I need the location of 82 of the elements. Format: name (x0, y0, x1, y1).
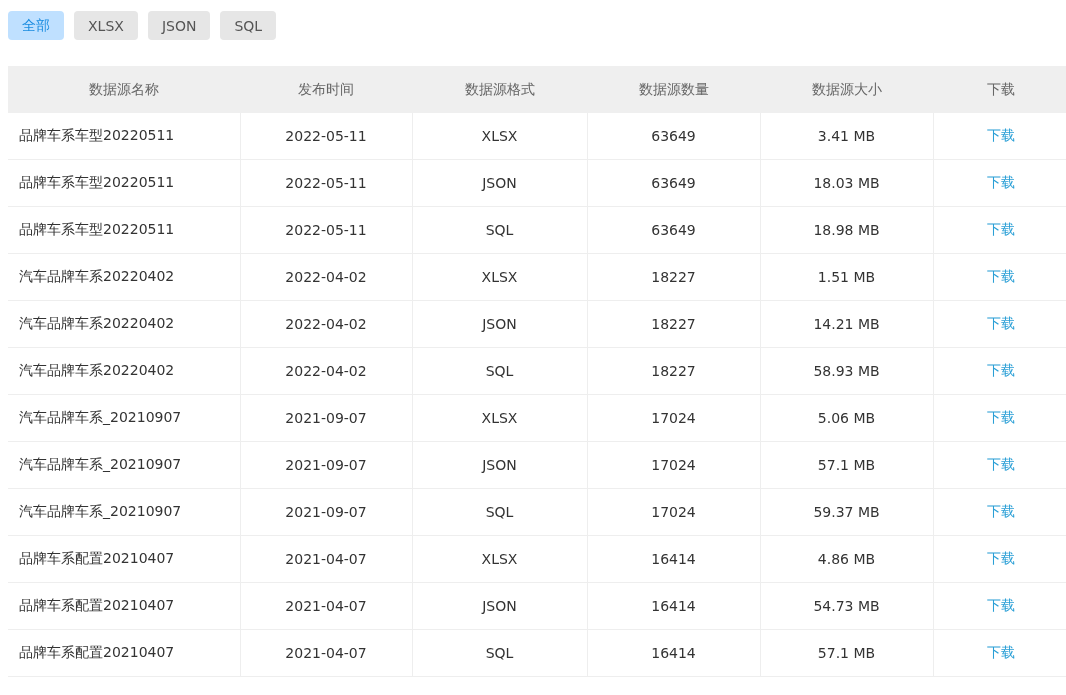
download-link[interactable]: 下载 (986, 221, 1015, 237)
filter-tab[interactable]: XLSX (74, 11, 138, 40)
table-cell: 17024 (587, 441, 760, 489)
table-cell: 16414 (587, 582, 760, 630)
table-cell: JSON (412, 582, 587, 630)
table-cell: 57.1 MB (760, 629, 933, 677)
download-link[interactable]: 下载 (986, 597, 1015, 613)
column-header: 数据源大小 (760, 66, 933, 113)
filter-tab[interactable]: 全部 (8, 11, 64, 40)
table-cell: 2021-09-07 (240, 394, 412, 442)
table-cell: 16414 (587, 535, 760, 583)
table-cell: 2021-04-07 (240, 629, 412, 677)
column-header: 数据源数量 (587, 66, 760, 113)
table-cell: 2022-04-02 (240, 253, 412, 301)
table-cell: 品牌车系配置20210407 (8, 535, 240, 583)
table-cell: 汽车品牌车系_20210907 (8, 488, 240, 536)
table-cell: 2022-05-11 (240, 206, 412, 254)
table-cell: 18227 (587, 300, 760, 348)
table-cell: 汽车品牌车系20220402 (8, 253, 240, 301)
table-cell: XLSX (412, 535, 587, 583)
table-cell: 汽车品牌车系_20210907 (8, 441, 240, 489)
table-cell: 2021-04-07 (240, 535, 412, 583)
table-cell: 2022-05-11 (240, 159, 412, 207)
download-link[interactable]: 下载 (986, 503, 1015, 519)
table-cell: 2022-05-11 (240, 113, 412, 160)
download-link[interactable]: 下载 (986, 456, 1015, 472)
table-cell: 2022-04-02 (240, 347, 412, 395)
table-cell: 18.03 MB (760, 159, 933, 207)
download-link[interactable]: 下载 (986, 174, 1015, 190)
download-link[interactable]: 下载 (986, 644, 1015, 660)
table-cell: 54.73 MB (760, 582, 933, 630)
download-link[interactable]: 下载 (986, 268, 1015, 284)
download-link[interactable]: 下载 (986, 550, 1015, 566)
table-cell: JSON (412, 300, 587, 348)
table-cell: 2021-09-07 (240, 488, 412, 536)
table-cell: SQL (412, 206, 587, 254)
download-link[interactable]: 下载 (986, 127, 1015, 143)
table-cell: 汽车品牌车系20220402 (8, 347, 240, 395)
download-link[interactable]: 下载 (986, 315, 1015, 331)
table-cell: 品牌车系车型20220511 (8, 113, 240, 160)
table-cell: 17024 (587, 488, 760, 536)
table-cell: 汽车品牌车系20220402 (8, 300, 240, 348)
filter-tab[interactable]: SQL (220, 11, 277, 40)
table-cell: 5.06 MB (760, 394, 933, 442)
table-cell: XLSX (412, 113, 587, 160)
column-header: 数据源名称 (8, 66, 240, 113)
table-cell: 16414 (587, 629, 760, 677)
table-cell: 4.86 MB (760, 535, 933, 583)
table-cell: 14.21 MB (760, 300, 933, 348)
table-cell: 63649 (587, 159, 760, 207)
table-cell: 2022-04-02 (240, 300, 412, 348)
table-cell: 18.98 MB (760, 206, 933, 254)
table-cell: JSON (412, 441, 587, 489)
table-cell: 18227 (587, 347, 760, 395)
table-cell: 63649 (587, 206, 760, 254)
table-cell: 3.41 MB (760, 113, 933, 160)
table-cell: 品牌车系配置20210407 (8, 629, 240, 677)
table-cell: 2021-09-07 (240, 441, 412, 489)
download-link[interactable]: 下载 (986, 362, 1015, 378)
column-header: 下载 (933, 66, 1066, 113)
table-cell: 2021-04-07 (240, 582, 412, 630)
table-cell: 品牌车系车型20220511 (8, 159, 240, 207)
table-cell: 17024 (587, 394, 760, 442)
table-cell: SQL (412, 629, 587, 677)
column-header: 发布时间 (240, 66, 412, 113)
download-link[interactable]: 下载 (986, 409, 1015, 425)
table-cell: 57.1 MB (760, 441, 933, 489)
table-cell: 品牌车系车型20220511 (8, 206, 240, 254)
table-cell: JSON (412, 159, 587, 207)
table-cell: 59.37 MB (760, 488, 933, 536)
table-cell: SQL (412, 488, 587, 536)
table-cell: 58.93 MB (760, 347, 933, 395)
table-cell: XLSX (412, 253, 587, 301)
table-cell: 品牌车系配置20210407 (8, 582, 240, 630)
table-cell: XLSX (412, 394, 587, 442)
column-header: 数据源格式 (412, 66, 587, 113)
table-cell: 18227 (587, 253, 760, 301)
table-cell: SQL (412, 347, 587, 395)
table-cell: 63649 (587, 113, 760, 160)
table-cell: 汽车品牌车系_20210907 (8, 394, 240, 442)
table-cell: 1.51 MB (760, 253, 933, 301)
filter-tab[interactable]: JSON (147, 11, 211, 40)
